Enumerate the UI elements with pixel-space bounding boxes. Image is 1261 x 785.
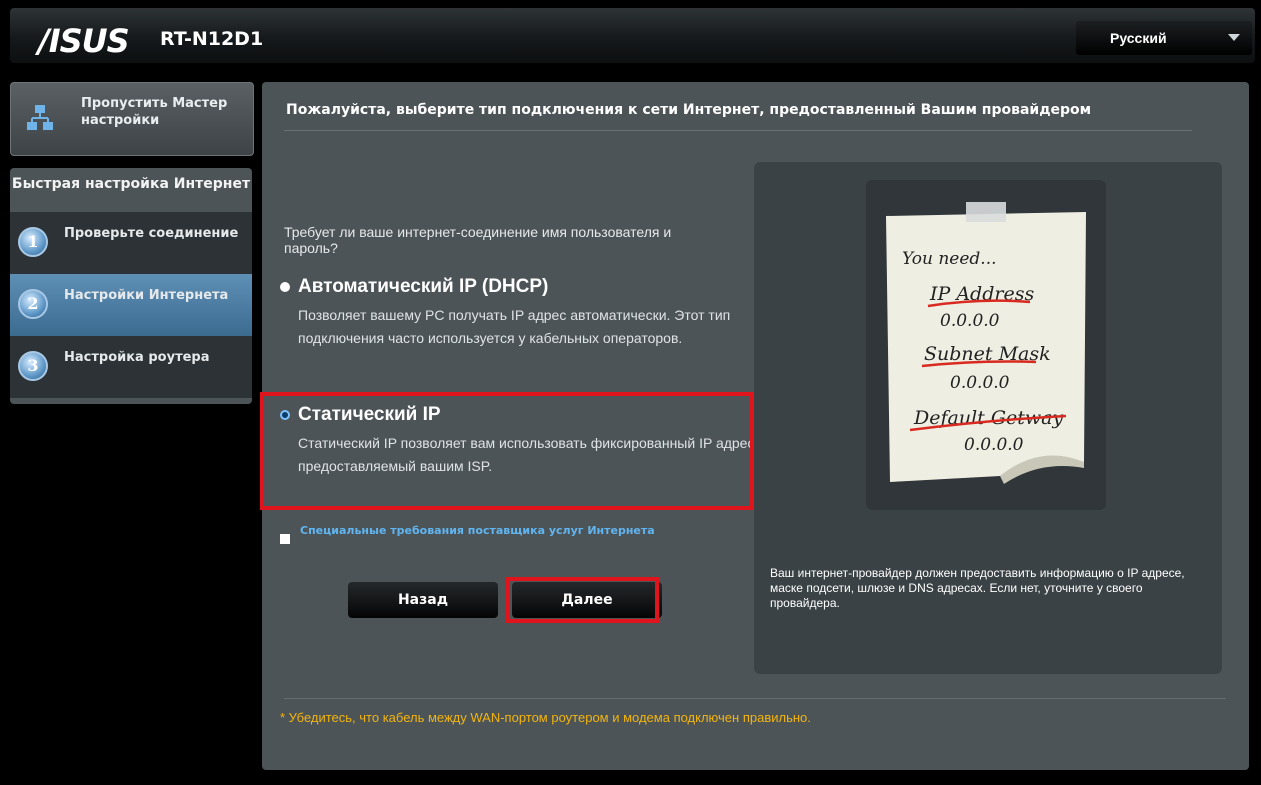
step-1-icon: 1	[18, 227, 48, 257]
provider-info-text: Ваш интернет-провайдер должен предостави…	[770, 566, 1185, 610]
next-button-highlight	[505, 577, 659, 623]
radio-dhcp[interactable]	[280, 282, 290, 292]
menu-item-label: Настройки Интернета	[64, 288, 229, 303]
option-dhcp-description: Позволяет вашему PC получать IP адрес ав…	[298, 307, 731, 346]
menu-item-router-setup[interactable]: 3 Настройка роутера	[10, 336, 252, 398]
quick-setup-menu: Быстрая настройка Интернет 1 Проверьте с…	[10, 168, 252, 404]
step-2-icon: 2	[18, 289, 48, 319]
page-title: Пожалуйста, выберите тип подключения к с…	[286, 102, 1092, 118]
note-line: 0.0.0.0	[940, 311, 1000, 331]
note-line: You need...	[902, 249, 997, 269]
special-requirements-link[interactable]: Специальные требования поставщика услуг …	[300, 522, 680, 539]
step-3-icon: 3	[18, 351, 48, 381]
info-card: You need... IP Address 0.0.0.0 Subnet Ma…	[754, 162, 1222, 674]
option-dhcp-title: Автоматический IP (DHCP)	[298, 276, 549, 297]
menu-item-label: Проверьте соединение	[64, 226, 239, 241]
divider	[284, 130, 1192, 131]
special-requirements-checkbox[interactable]	[280, 534, 290, 544]
cable-warning: * Убедитесь, что кабель между WAN-портом…	[280, 710, 811, 725]
menu-item-label: Настройка роутера	[64, 350, 210, 365]
note-line: 0.0.0.0	[950, 373, 1010, 393]
static-ip-highlight	[260, 392, 754, 510]
note-frame: You need... IP Address 0.0.0.0 Subnet Ma…	[866, 180, 1106, 510]
menu-item-internet-settings[interactable]: 2 Настройки Интернета	[10, 274, 252, 336]
divider	[284, 698, 1226, 699]
note-line: 0.0.0.0	[964, 435, 1024, 455]
menu-title: Быстрая настройка Интернет	[11, 176, 251, 192]
network-icon	[27, 105, 53, 130]
top-bar: /ISUS RT-N12D1 Русский	[10, 8, 1255, 63]
menu-item-check-connection[interactable]: 1 Проверьте соединение	[10, 212, 252, 274]
main-panel: Пожалуйста, выберите тип подключения к с…	[260, 82, 1249, 770]
skip-wizard-button[interactable]: Пропустить Мастер настройки	[10, 82, 254, 156]
back-button[interactable]: Назад	[348, 582, 498, 618]
sticky-note-image: You need... IP Address 0.0.0.0 Subnet Ma…	[886, 202, 1086, 484]
router-model: RT-N12D1	[160, 28, 264, 50]
language-label: Русский	[1110, 30, 1167, 46]
question-text: Требует ли ваше интернет-соединение имя …	[284, 224, 672, 256]
skip-wizard-label: Пропустить Мастер настройки	[81, 96, 228, 128]
language-select[interactable]: Русский	[1076, 21, 1252, 55]
asus-logo: /ISUS	[38, 22, 130, 60]
chevron-down-icon	[1228, 34, 1240, 41]
